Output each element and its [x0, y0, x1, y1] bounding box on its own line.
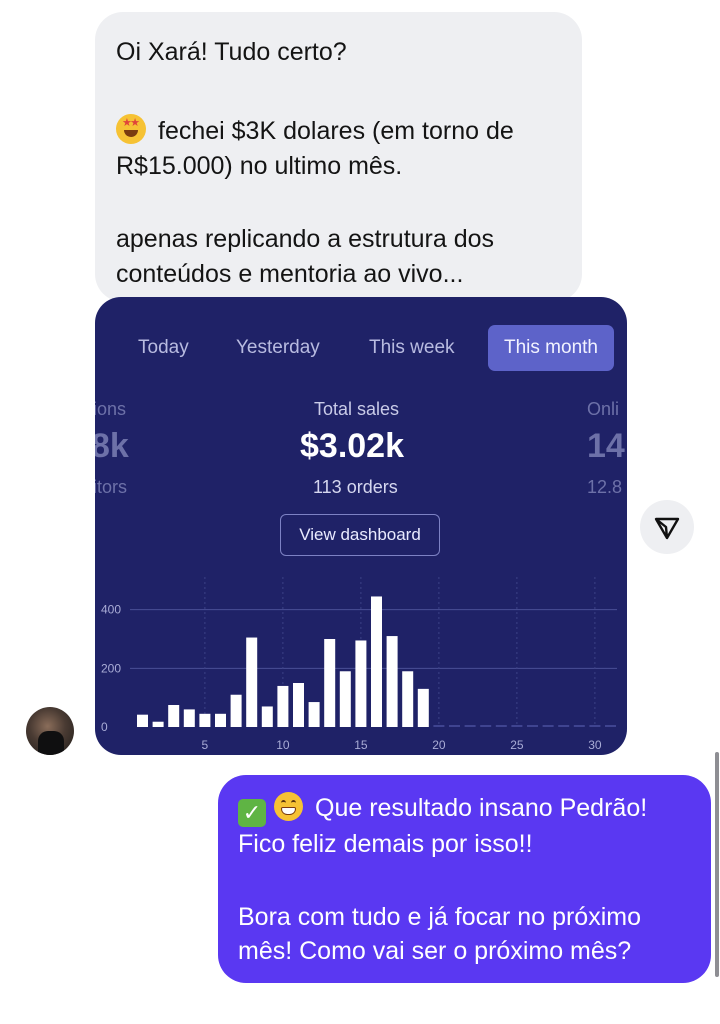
bar — [605, 725, 616, 727]
bar — [183, 709, 195, 727]
bar — [199, 713, 211, 727]
star-struck-emoji-icon — [116, 114, 146, 144]
grinning-face-icon — [274, 792, 303, 821]
bar — [324, 639, 336, 727]
message-line: Fico feliz demais por isso!! — [238, 830, 533, 858]
paper-plane-icon — [654, 517, 680, 540]
bar — [449, 725, 460, 727]
x-tick-label: 10 — [276, 738, 290, 752]
bar — [261, 706, 273, 727]
bar — [230, 694, 242, 727]
bar — [152, 721, 164, 727]
bar — [495, 725, 507, 727]
bar — [433, 725, 445, 727]
x-tick-label: 25 — [510, 738, 524, 752]
outgoing-message-bubble[interactable]: ✓ Que resultado insano Pedrão! Fico feliz… — [218, 775, 711, 983]
bar — [542, 725, 554, 727]
bar — [386, 636, 398, 727]
message-line: ✓ Que resultado insano Pedrão! — [238, 790, 647, 827]
x-tick-label: 5 — [202, 738, 209, 752]
shared-screenshot-image[interactable]: Today Yesterday This week This month ion… — [95, 297, 627, 755]
bar — [339, 671, 351, 727]
bar — [371, 596, 382, 727]
y-tick-label: 400 — [101, 603, 121, 617]
bar — [417, 688, 429, 727]
check-mark-icon: ✓ — [238, 799, 266, 827]
y-tick-label: 200 — [101, 661, 121, 675]
message-line: Oi Xará! Tudo certo? — [116, 38, 347, 66]
message-line: conteúdos e mentoria ao vivo... — [116, 260, 464, 288]
bar — [168, 705, 180, 727]
bar — [480, 725, 492, 727]
y-tick-label: 0 — [101, 720, 108, 734]
bar — [464, 725, 476, 727]
bar — [308, 702, 320, 727]
x-tick-label: 15 — [354, 738, 368, 752]
bar — [137, 714, 148, 727]
message-line: Bora com tudo e já focar no próximo — [238, 903, 641, 931]
bar — [355, 640, 367, 727]
bar — [573, 725, 585, 727]
message-line: R$15.000) no ultimo mês. — [116, 152, 403, 180]
bar — [215, 713, 226, 727]
share-button[interactable] — [640, 500, 694, 554]
message-line: fechei $3K dolares (em torno de — [116, 113, 514, 149]
scrollbar[interactable] — [715, 752, 719, 977]
avatar[interactable] — [26, 707, 74, 755]
bar — [277, 685, 289, 727]
bar — [589, 725, 601, 727]
bar — [402, 671, 414, 727]
x-tick-label: 20 — [432, 738, 446, 752]
bar — [293, 683, 304, 727]
bar — [527, 725, 538, 727]
sales-bar-chart: 0 200 400 5 10 15 20 25 30 — [101, 577, 617, 752]
x-tick-label: 30 — [588, 738, 602, 752]
incoming-message-bubble[interactable]: Oi Xará! Tudo certo? fechei $3K dolares … — [95, 12, 582, 302]
message-line: mês! Como vai ser o próximo mês? — [238, 937, 632, 965]
message-line: apenas replicando a estrutura dos — [116, 225, 495, 253]
bar — [558, 725, 570, 727]
bar — [246, 637, 258, 727]
bar — [511, 725, 523, 727]
